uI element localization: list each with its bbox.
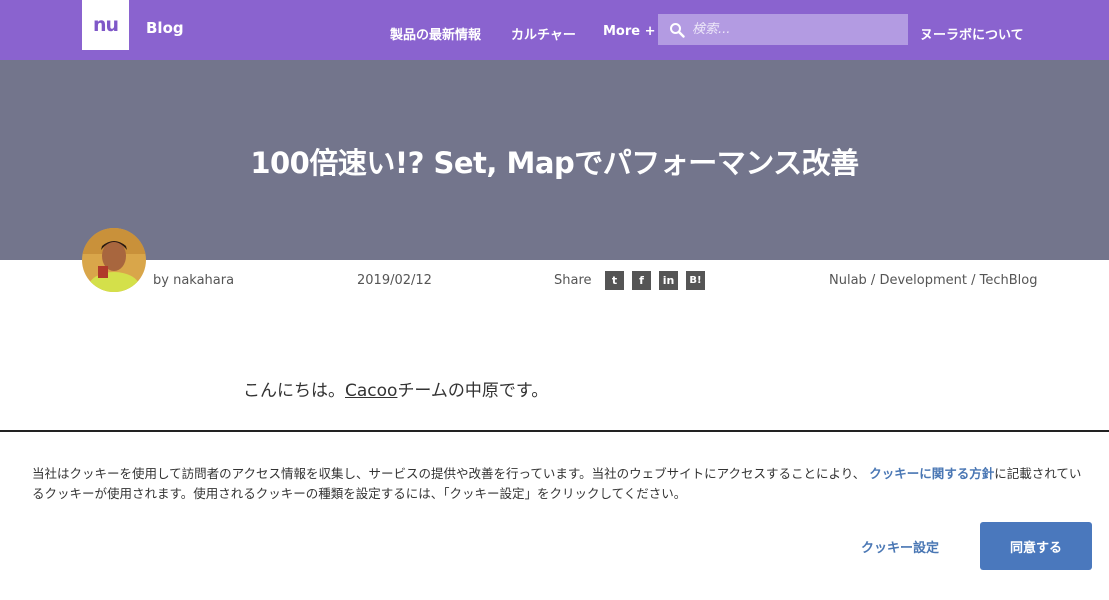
twitter-icon[interactable]: t — [605, 271, 624, 290]
article-hero: 100倍速い!? Set, Mapでパフォーマンス改善 — [0, 60, 1109, 260]
cookie-policy-link[interactable]: クッキーに関する方針 — [869, 466, 994, 481]
avatar-image — [82, 228, 146, 292]
author-avatar[interactable] — [82, 228, 146, 292]
author-name[interactable]: by nakahara — [153, 273, 234, 288]
hatena-bookmark-icon[interactable]: B! — [686, 271, 705, 290]
nav-product-news[interactable]: 製品の最新情報 — [390, 24, 481, 43]
cookie-message: 当社はクッキーを使用して訪問者のアクセス情報を収集し、サービスの提供や改善を行っ… — [32, 464, 1092, 504]
facebook-icon[interactable]: f — [632, 271, 651, 290]
cookie-consent-banner: 当社はクッキーを使用して訪問者のアクセス情報を収集し、サービスの提供や改善を行っ… — [0, 430, 1109, 600]
cookie-settings-button[interactable]: クッキー設定 — [842, 522, 958, 570]
article-intro: こんにちは。Cacooチームの中原です。 — [243, 376, 548, 401]
search-box — [658, 14, 908, 45]
agree-button[interactable]: 同意する — [980, 522, 1092, 570]
nav-about-nulab[interactable]: ヌーラボについて — [920, 24, 1024, 43]
nav-culture[interactable]: カルチャー — [511, 24, 576, 43]
nav-more[interactable]: More + — [603, 24, 656, 39]
blog-link[interactable]: Blog — [146, 19, 184, 37]
cookie-text-before: 当社はクッキーを使用して訪問者のアクセス情報を収集し、サービスの提供や改善を行っ… — [32, 466, 866, 481]
share-label: Share — [554, 273, 592, 288]
logo-text: nu — [92, 14, 119, 36]
publish-date: 2019/02/12 — [357, 273, 432, 288]
article-title: 100倍速い!? Set, Mapでパフォーマンス改善 — [250, 146, 859, 180]
search-icon — [670, 23, 685, 38]
nulab-logo[interactable]: nu — [82, 0, 129, 50]
intro-suffix: チームの中原です。 — [397, 381, 549, 401]
search-input[interactable] — [692, 14, 902, 45]
category-breadcrumb[interactable]: Nulab / Development / TechBlog — [829, 273, 1037, 288]
top-navigation-bar: nu Blog 製品の最新情報 カルチャー More + ヌーラボについて — [0, 0, 1109, 60]
linkedin-icon[interactable]: in — [659, 271, 678, 290]
intro-prefix: こんにちは。 — [243, 381, 345, 401]
cacoo-link[interactable]: Cacoo — [345, 381, 397, 401]
